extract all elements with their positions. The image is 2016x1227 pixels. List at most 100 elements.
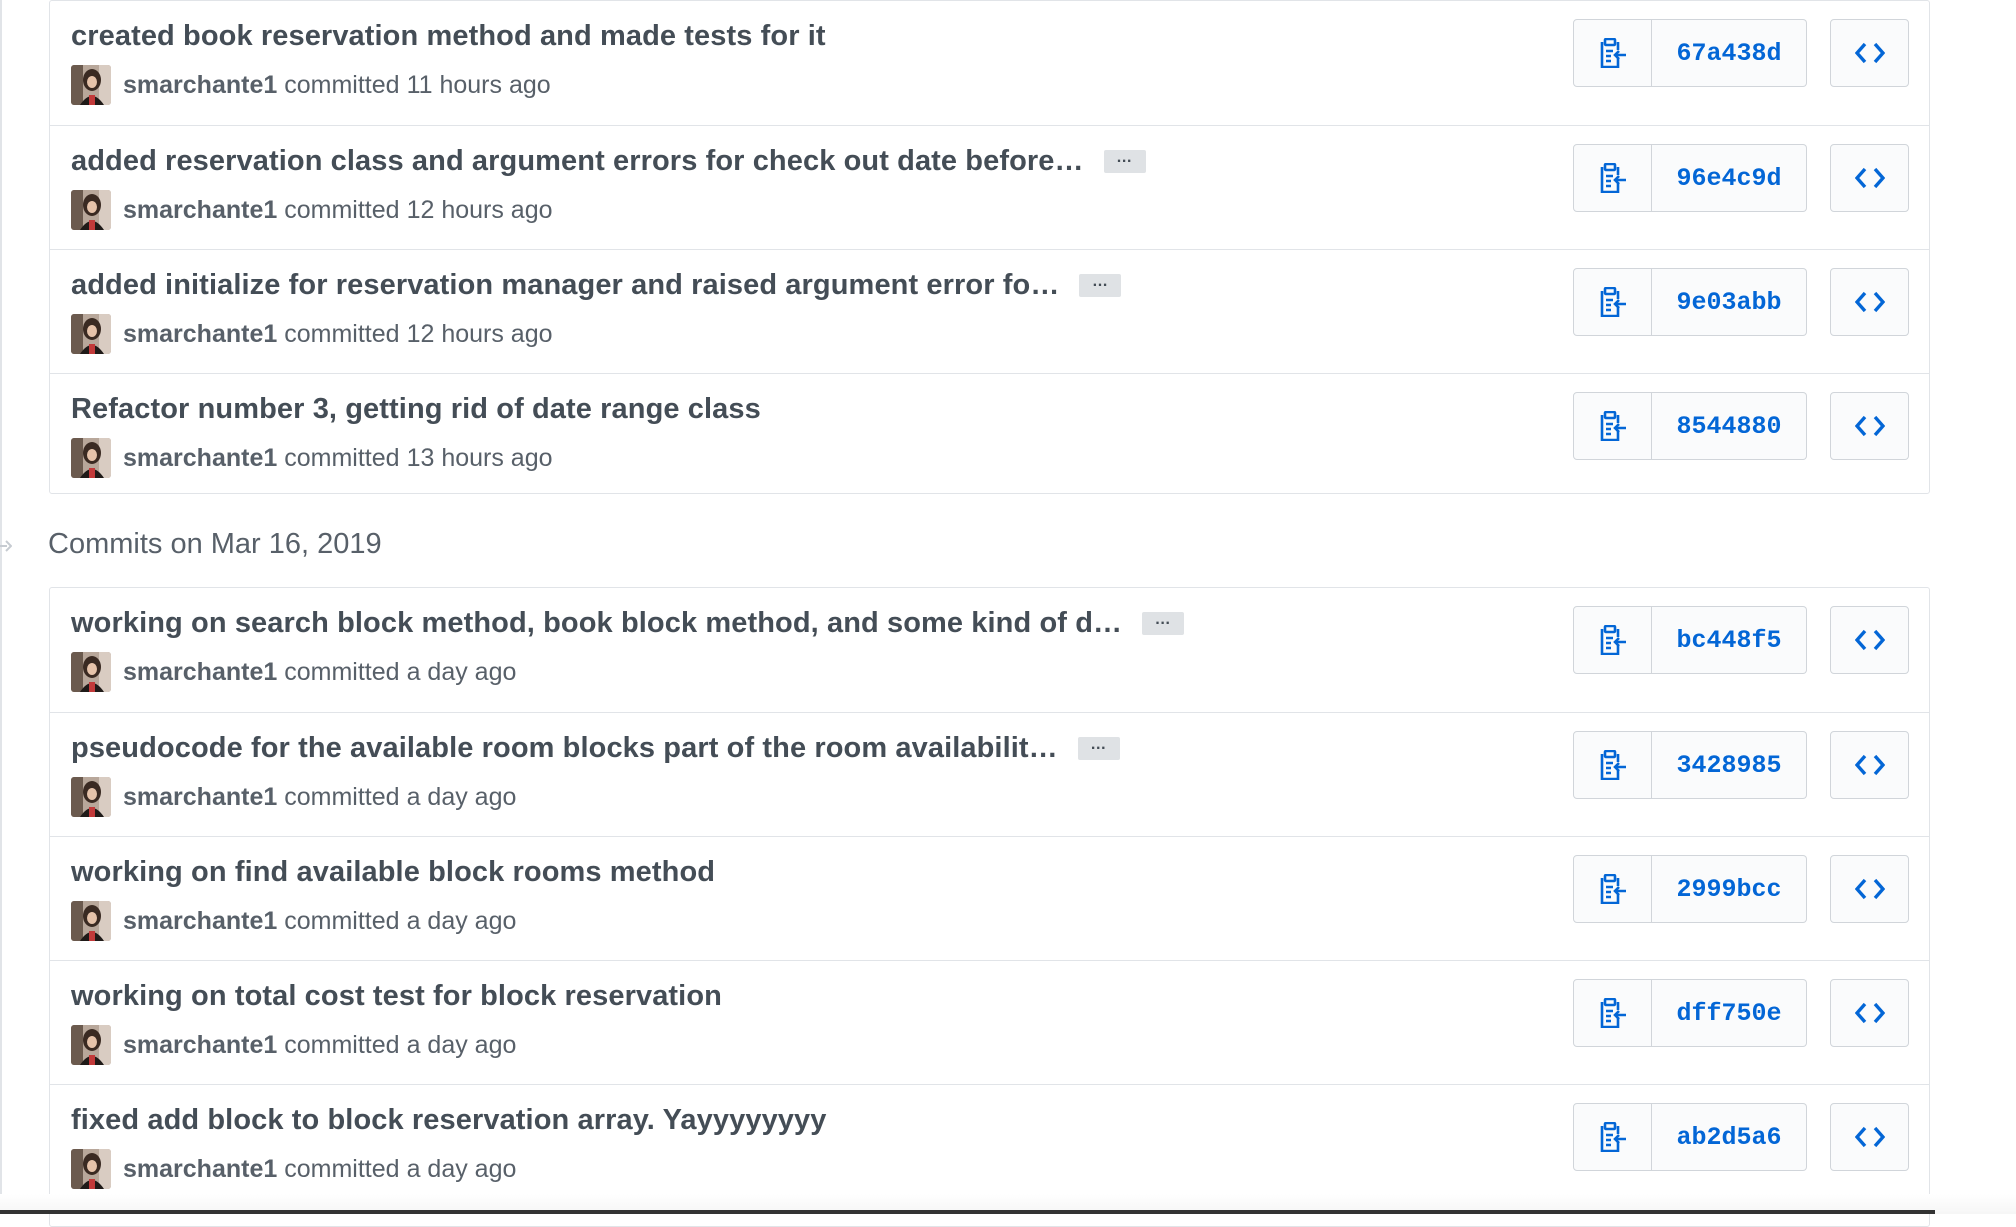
copy-sha-button[interactable]	[1573, 1103, 1652, 1171]
commit-sha-link[interactable]: 96e4c9d	[1652, 144, 1807, 212]
code-icon	[1854, 415, 1885, 437]
copy-sha-button[interactable]	[1573, 268, 1652, 336]
browse-repo-button[interactable]	[1830, 731, 1909, 799]
commit-sha-link[interactable]: bc448f5	[1652, 606, 1807, 674]
commit-title-link[interactable]: Refactor number 3, getting rid of date r…	[71, 393, 761, 426]
commit-title-link[interactable]: added initialize for reservation manager…	[71, 269, 1059, 302]
commits-date-header: Commits on Mar 16, 2019	[48, 528, 382, 560]
commit-author-link[interactable]: smarchante1	[123, 1031, 277, 1060]
browse-repo-button[interactable]	[1830, 979, 1909, 1047]
commit-sha-link[interactable]: ab2d5a6	[1652, 1103, 1807, 1171]
commit-title-line: Refactor number 3, getting rid of date r…	[71, 390, 761, 428]
commit-sha-button-group: 8544880	[1573, 392, 1807, 460]
copy-sha-button[interactable]	[1573, 606, 1652, 674]
avatar[interactable]	[71, 438, 111, 478]
commit-author-link[interactable]: smarchante1	[123, 71, 277, 100]
avatar-image	[71, 652, 111, 692]
commit-action-text: committed	[284, 319, 400, 348]
commit-title-line: fixed add block to block reservation arr…	[71, 1101, 827, 1139]
commit-group: created book reservation method and made…	[49, 0, 1930, 494]
commit-row: fixed add block to block reservation arr…	[50, 1084, 1929, 1208]
avatar[interactable]	[71, 314, 111, 354]
avatar[interactable]	[71, 1149, 111, 1189]
commit-author-link[interactable]: smarchante1	[123, 444, 277, 473]
commit-title-line: working on find available block rooms me…	[71, 853, 715, 891]
clipboard-icon	[1600, 874, 1626, 904]
commit-title-link[interactable]: working on search block method, book blo…	[71, 607, 1122, 640]
avatar-image	[71, 438, 111, 478]
avatar-image	[71, 901, 111, 941]
clipboard-icon	[1600, 998, 1626, 1028]
commit-action-text: committed	[284, 782, 400, 811]
commit-sha-button-group: dff750e	[1573, 979, 1807, 1047]
commit-title-link[interactable]: pseudocode for the available room blocks…	[71, 732, 1058, 765]
commit-sha-button-group: 67a438d	[1573, 19, 1807, 87]
commit-sha-link[interactable]: 67a438d	[1652, 19, 1807, 87]
commit-meta: smarchante1 committed a day ago	[71, 651, 516, 693]
browse-repo-button[interactable]	[1830, 1103, 1909, 1171]
avatar-image	[71, 190, 111, 230]
commit-title-link[interactable]: working on total cost test for block res…	[71, 980, 722, 1013]
commit-author-link[interactable]: smarchante1	[123, 658, 277, 687]
avatar[interactable]	[71, 190, 111, 230]
commit-time: a day ago	[406, 906, 517, 935]
commit-title-link[interactable]: created book reservation method and made…	[71, 20, 826, 53]
code-icon	[1854, 167, 1885, 189]
copy-sha-button[interactable]	[1573, 144, 1652, 212]
ellipsis-icon[interactable]: …	[1103, 149, 1146, 173]
copy-sha-button[interactable]	[1573, 731, 1652, 799]
avatar-image	[71, 314, 111, 354]
commit-meta: smarchante1 committed a day ago	[71, 900, 516, 942]
avatar[interactable]	[71, 652, 111, 692]
avatar-image	[71, 1025, 111, 1065]
copy-sha-button[interactable]	[1573, 19, 1652, 87]
commit-row: added initialize for reservation manager…	[50, 249, 1929, 373]
browse-repo-button[interactable]	[1830, 392, 1909, 460]
commit-sha-link[interactable]: 3428985	[1652, 731, 1807, 799]
commit-sha-button-group: 9e03abb	[1573, 268, 1807, 336]
copy-sha-button[interactable]	[1573, 855, 1652, 923]
commit-author-link[interactable]: smarchante1	[123, 196, 277, 225]
copy-sha-button[interactable]	[1573, 979, 1652, 1047]
commit-author-link[interactable]: smarchante1	[123, 1155, 277, 1184]
browse-repo-button[interactable]	[1830, 855, 1909, 923]
browse-repo-button[interactable]	[1830, 606, 1909, 674]
commit-row: added reservation class and argument err…	[50, 125, 1929, 249]
commit-meta: smarchante1 committed 13 hours ago	[71, 437, 553, 479]
commit-action-text: committed	[284, 1154, 400, 1183]
commit-sha-link[interactable]: 9e03abb	[1652, 268, 1807, 336]
copy-sha-button[interactable]	[1573, 392, 1652, 460]
avatar[interactable]	[71, 777, 111, 817]
commit-time: 12 hours ago	[406, 195, 553, 224]
browse-repo-button[interactable]	[1830, 144, 1909, 212]
clipboard-icon	[1600, 1122, 1626, 1152]
commit-author-link[interactable]: smarchante1	[123, 907, 277, 936]
commit-title-line: working on total cost test for block res…	[71, 977, 722, 1015]
commit-meta: smarchante1 committed 12 hours ago	[71, 189, 553, 231]
avatar[interactable]	[71, 65, 111, 105]
commit-sha-button-group: bc448f5	[1573, 606, 1807, 674]
commit-row: created book reservation method and made…	[50, 1, 1929, 125]
commit-sha-link[interactable]: 2999bcc	[1652, 855, 1807, 923]
commit-author-link[interactable]: smarchante1	[123, 783, 277, 812]
browse-repo-button[interactable]	[1830, 268, 1909, 336]
commit-author-link[interactable]: smarchante1	[123, 320, 277, 349]
commit-title-link[interactable]: added reservation class and argument err…	[71, 145, 1084, 178]
clipboard-icon	[1600, 163, 1626, 193]
commit-title-link[interactable]: working on find available block rooms me…	[71, 856, 715, 889]
commit-meta: smarchante1 committed 12 hours ago	[71, 313, 553, 355]
commit-row: working on search block method, book blo…	[50, 588, 1929, 712]
commit-row: pseudocode for the available room blocks…	[50, 712, 1929, 836]
commit-sha-link[interactable]: dff750e	[1652, 979, 1807, 1047]
commit-sha-link[interactable]: 8544880	[1652, 392, 1807, 460]
ellipsis-icon[interactable]: …	[1142, 611, 1185, 635]
clipboard-icon	[1600, 411, 1626, 441]
browse-repo-button[interactable]	[1830, 19, 1909, 87]
ellipsis-icon[interactable]: …	[1077, 736, 1120, 760]
commit-time: a day ago	[406, 657, 517, 686]
avatar[interactable]	[71, 1025, 111, 1065]
ellipsis-icon[interactable]: …	[1079, 273, 1122, 297]
code-icon	[1854, 878, 1885, 900]
avatar[interactable]	[71, 901, 111, 941]
commit-title-link[interactable]: fixed add block to block reservation arr…	[71, 1104, 827, 1137]
